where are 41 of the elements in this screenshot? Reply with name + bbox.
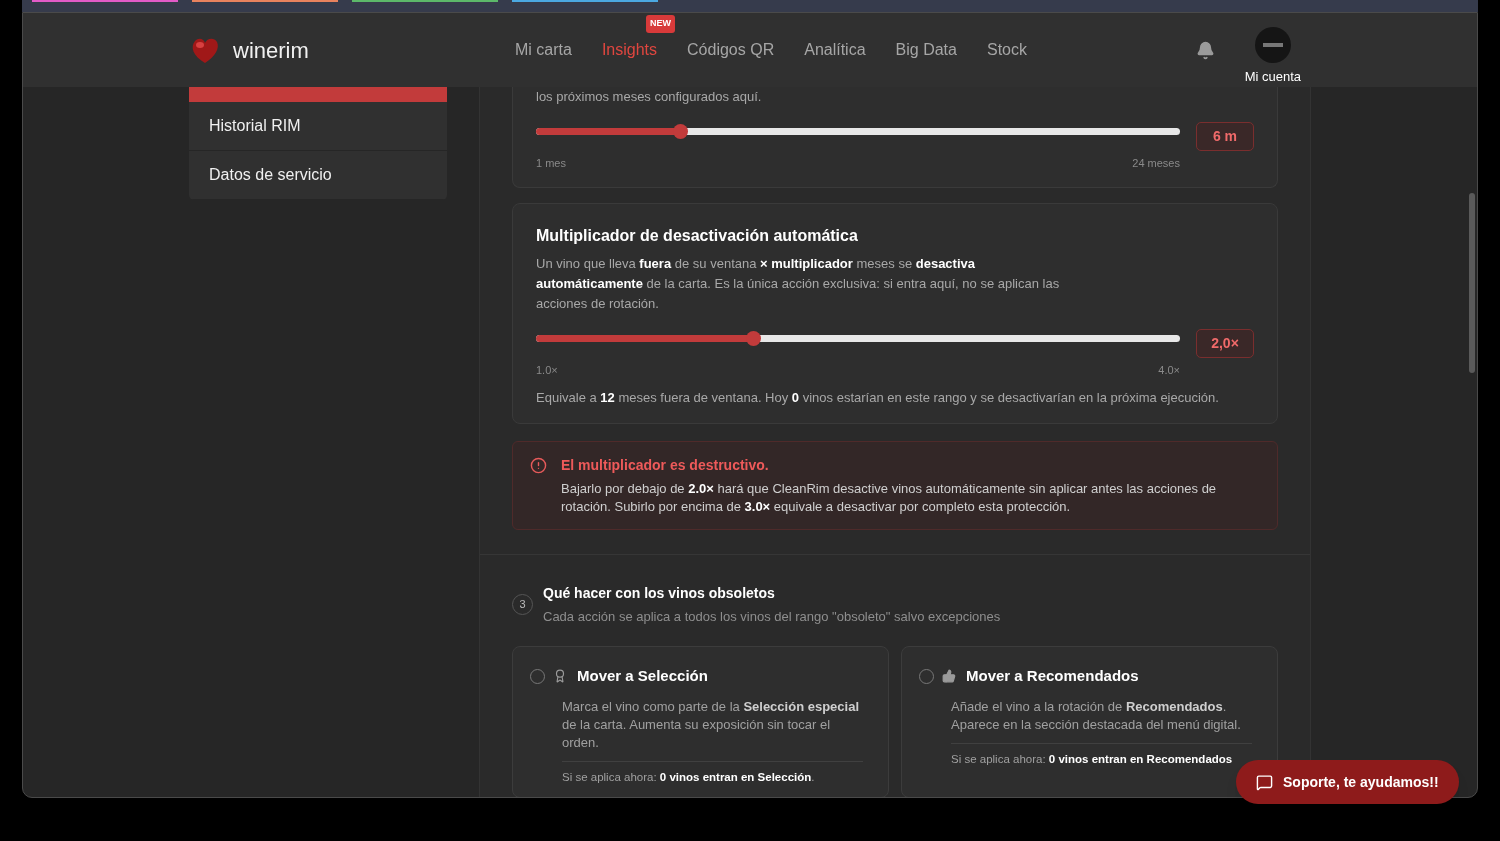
nav-link[interactable]: Stock	[986, 41, 1027, 58]
option-title: Mover a Selección	[577, 666, 708, 686]
setting-title: Multiplicador de desactivación automática	[536, 225, 859, 246]
chat-icon	[1256, 773, 1273, 791]
section-title: Qué hacer con los vinos obsoletos	[543, 583, 776, 603]
action-option-card[interactable]: Mover a Recomendados Añade el vino a la rotación de Recomendados. Aparece en la sección destacada del menú digital. Si se aplica ahora: 0 vinos entran en Recomendados	[901, 646, 1278, 797]
slider-min-label: 1 mes	[536, 156, 566, 171]
setting-note: Equivale a 12 meses fuera de ventana. Hoy 0 vinos estarían en este rango y se desactivarían en la próxima ejecución.	[536, 389, 1220, 407]
section-subtitle: Cada acción se aplica a todos los vinos del rango "obsoleto" salvo excepciones	[543, 607, 1001, 626]
nav-link[interactable]: Códigos QR	[687, 41, 775, 58]
option-title: Mover a Recomendados	[966, 666, 1139, 686]
option-description: Añade el vino a la rotación de Recomendados. Aparece en la sección destacada del menú digital.	[951, 697, 1252, 744]
nav-link[interactable]: Analítica	[804, 41, 866, 58]
nav-link[interactable]: Mi carta	[515, 41, 572, 58]
option-footer: Si se aplica ahora: 0 vinos entran en Selección.	[562, 768, 863, 786]
slider-thumb[interactable]	[746, 330, 761, 346]
ribbon-icon	[553, 669, 567, 684]
notification-bell-icon[interactable]	[1195, 40, 1215, 60]
brand-name: winerim	[233, 36, 309, 65]
slider-max-label: 4.0×	[1158, 362, 1180, 378]
slider-value: 2,0×	[1196, 328, 1254, 358]
warning-title: El multiplicador es destructivo.	[561, 455, 770, 475]
support-chat-button[interactable]: Soporte, te ayudamos!!	[1236, 760, 1459, 804]
slider-value: 6 m	[1196, 122, 1254, 151]
sidebar-item[interactable]: Historial RIM	[189, 102, 447, 151]
sidebar-item[interactable]: Datos de servicio	[189, 151, 447, 200]
setting-description: los próximos meses configurados aquí.	[536, 88, 763, 106]
slider-max-label: 24 meses	[1132, 156, 1180, 171]
new-badge: NEW	[645, 15, 675, 33]
slider-thumb[interactable]	[673, 124, 689, 139]
account-label[interactable]: Mi cuenta	[1244, 67, 1301, 87]
warning-icon	[530, 456, 547, 474]
option-description: Marca el vino como parte de la Selección especial de la carta. Aumenta su exposición sin tocar el orden.	[562, 697, 863, 762]
scrollbar-thumb[interactable]	[1469, 193, 1475, 373]
account-avatar[interactable]	[1254, 27, 1291, 64]
action-option-card[interactable]: Mover a Selección Marca el vino como parte de la Selección especial de la carta. Aumenta su exposición sin tocar el orden. Si se aplica ahora: 0 vinos entran en Selección.	[512, 646, 889, 797]
setting-description: Un vino que lleva fuera de su ventana × multiplicador meses se desactiva automáticamente de la carta. Es la única acción exclusiva: si entra aquí, no se aplican las acciones de rotación.	[536, 254, 1061, 313]
warning-text: Bajarlo por debajo de 2.0× hará que CleanRim desactive vinos automáticamente sin aplicar antes las acciones de rotación. Subirlo por encima de 3.0× equivale a desactivar por completo esta protección.	[561, 479, 1218, 516]
nav-link[interactable]: Big Data	[895, 41, 957, 58]
slider-min-label: 1.0×	[536, 362, 558, 378]
thumbs-up-icon	[942, 669, 956, 684]
